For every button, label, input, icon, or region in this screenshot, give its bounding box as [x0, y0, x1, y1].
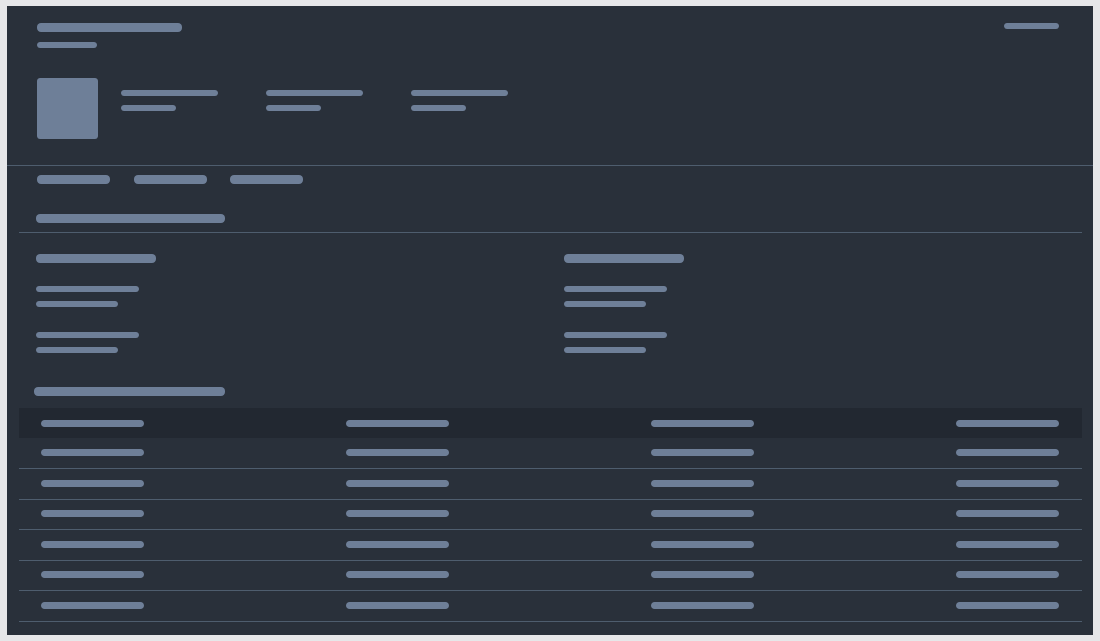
field-value [564, 347, 646, 353]
table-cell [956, 541, 1059, 548]
row-divider [19, 499, 1082, 500]
section-divider [19, 232, 1082, 233]
table-cell [956, 602, 1059, 609]
table-cell [41, 602, 144, 609]
avatar-image [37, 78, 98, 139]
table-header [19, 408, 1082, 438]
stat-label [411, 90, 508, 96]
table-cell [346, 541, 449, 548]
table-cell [41, 449, 144, 456]
field-label [36, 286, 139, 292]
field-value [564, 301, 646, 307]
row-divider [19, 468, 1082, 469]
table-cell [956, 480, 1059, 487]
stat-value [121, 105, 176, 111]
table-cell [956, 510, 1059, 517]
field-label [564, 286, 667, 292]
table-cell [956, 571, 1059, 578]
table-cell [651, 480, 754, 487]
table-cell [651, 510, 754, 517]
table-cell [346, 602, 449, 609]
row-divider [19, 560, 1082, 561]
tab-1[interactable] [37, 175, 110, 184]
table-cell [651, 541, 754, 548]
header-action-link[interactable] [1004, 23, 1059, 29]
row-divider [19, 621, 1082, 622]
field-value [36, 301, 118, 307]
details-heading [564, 254, 684, 263]
header-divider [7, 165, 1093, 166]
row-divider [19, 590, 1082, 591]
stat-label [266, 90, 363, 96]
table-cell [346, 571, 449, 578]
page-title [37, 23, 182, 32]
section-title [36, 214, 225, 223]
table-cell [41, 571, 144, 578]
table-cell [41, 480, 144, 487]
tab-3[interactable] [230, 175, 303, 184]
table-title [34, 387, 225, 396]
table-cell [651, 449, 754, 456]
column-header[interactable] [346, 420, 449, 427]
stat-label [121, 90, 218, 96]
field-label [564, 332, 667, 338]
page-subtitle [37, 42, 97, 48]
details-heading [36, 254, 156, 263]
table-cell [346, 449, 449, 456]
table-cell [346, 510, 449, 517]
column-header[interactable] [41, 420, 144, 427]
field-value [36, 347, 118, 353]
table-cell [41, 541, 144, 548]
row-divider [19, 529, 1082, 530]
table-cell [956, 449, 1059, 456]
table-cell [651, 602, 754, 609]
stat-value [266, 105, 321, 111]
field-label [36, 332, 139, 338]
tab-2[interactable] [134, 175, 207, 184]
table-cell [651, 571, 754, 578]
column-header[interactable] [651, 420, 754, 427]
app-window [7, 6, 1093, 635]
column-header[interactable] [956, 420, 1059, 427]
stat-value [411, 105, 466, 111]
table-cell [41, 510, 144, 517]
table-cell [346, 480, 449, 487]
